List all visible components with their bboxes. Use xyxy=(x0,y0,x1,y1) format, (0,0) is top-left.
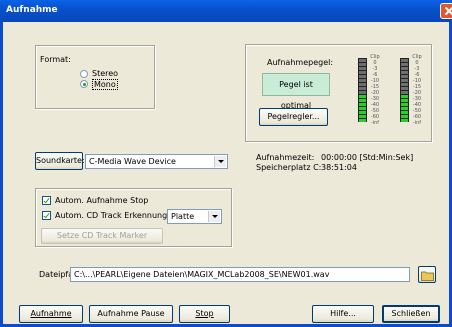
recording-dialog: Aufnahme Format: Stereo Mono Aufnahmepeg… xyxy=(0,0,452,327)
meter-segment xyxy=(359,75,366,78)
storage-value: 38:51:04 xyxy=(321,163,357,172)
mono-label[interactable]: Mono xyxy=(92,79,118,90)
track-mode-select[interactable]: Platte xyxy=(167,209,222,224)
cd-track-marker-button[interactable]: Setze CD Track Marker xyxy=(41,228,163,244)
cd-track-checkbox[interactable] xyxy=(42,211,51,220)
mono-radio[interactable] xyxy=(80,80,88,88)
soundcard-value: C-Media Wave Device xyxy=(89,157,176,166)
pegelregler-button[interactable]: Pegelregler... xyxy=(259,108,328,126)
chevron-down-icon[interactable] xyxy=(214,156,226,167)
meter-segment xyxy=(401,99,408,102)
meter-segment xyxy=(359,87,366,90)
meter-segment xyxy=(401,107,408,110)
stereo-radio[interactable] xyxy=(80,70,88,78)
chevron-down-icon[interactable] xyxy=(208,211,220,222)
meter-segment xyxy=(401,75,408,78)
recording-time-label: Aufnahmezeit: xyxy=(256,153,315,162)
meter-segment xyxy=(401,119,408,122)
meter-segment xyxy=(359,95,366,98)
meter-segment xyxy=(359,83,366,86)
folder-button[interactable] xyxy=(418,266,436,283)
meter-segment xyxy=(359,71,366,74)
close-button[interactable] xyxy=(440,3,452,19)
left-level-meter xyxy=(358,58,367,122)
format-label: Format: xyxy=(40,55,71,64)
stereo-label[interactable]: Stereo xyxy=(92,69,118,78)
record-button[interactable]: Aufnahme xyxy=(19,305,83,323)
meter-segment xyxy=(401,91,408,94)
help-button[interactable]: Hilfe... xyxy=(312,305,374,323)
meter-segment xyxy=(401,67,408,70)
track-mode-value: Platte xyxy=(171,212,195,221)
window-title: Aufnahme xyxy=(6,5,58,15)
pause-button[interactable]: Aufnahme Pause xyxy=(89,305,173,323)
level-status-text: Pegel ist optimal xyxy=(279,80,313,110)
meter-segment xyxy=(401,63,408,66)
cd-track-label[interactable]: Autom. CD Track Erkennung xyxy=(55,211,167,220)
meter-scale-label: -inf xyxy=(370,120,380,126)
auto-stop-checkbox[interactable] xyxy=(42,196,51,205)
filepath-field[interactable]: C:\...\PEARL\Eigene Dateien\MAGIX_MCLab2… xyxy=(70,267,410,282)
meter-segment xyxy=(401,111,408,114)
level-status: Pegel ist optimal xyxy=(262,73,330,110)
meter-segment xyxy=(359,59,366,62)
filepath-value: C:\...\PEARL\Eigene Dateien\MAGIX_MCLab2… xyxy=(74,270,330,279)
meter-segment xyxy=(359,91,366,94)
meter-segment xyxy=(359,99,366,102)
meter-segment xyxy=(401,115,408,118)
meter-segment xyxy=(359,107,366,110)
meter-segment xyxy=(401,87,408,90)
close-dialog-button[interactable]: Schließen xyxy=(382,305,440,323)
meter-segment xyxy=(359,115,366,118)
meter-segment xyxy=(401,79,408,82)
recording-time-value: 00:00:00 [Std:Min:Sek] xyxy=(321,153,414,162)
meter-segment xyxy=(359,119,366,122)
right-level-meter xyxy=(400,58,409,122)
auto-stop-label[interactable]: Autom. Aufnahme Stop xyxy=(55,196,148,205)
meter-segment xyxy=(401,83,408,86)
storage-label: Speicherplatz C: xyxy=(256,163,322,172)
meter-segment xyxy=(359,67,366,70)
meter-scale-label: -inf xyxy=(412,120,422,126)
stop-button[interactable]: Stop xyxy=(179,305,230,323)
meter-segment xyxy=(359,111,366,114)
soundkarte-button[interactable]: Soundkarte: xyxy=(35,152,85,170)
meter-segment xyxy=(359,103,366,106)
meter-segment xyxy=(401,71,408,74)
right-meter-scale: Clip 0 -3 -6 -10 -15 -20 -30 -40 -50 -60 -inf xyxy=(410,54,424,126)
folder-icon xyxy=(420,271,434,281)
meter-segment xyxy=(359,63,366,66)
meter-segment xyxy=(401,95,408,98)
left-meter-scale: Clip 0 -3 -6 -10 -15 -20 -30 -40 -50 -60 -inf xyxy=(368,54,382,126)
meter-segment xyxy=(401,59,408,62)
level-group-label: Aufnahmepegel: xyxy=(267,58,334,67)
meter-segment xyxy=(359,79,366,82)
meter-segment xyxy=(401,103,408,106)
soundcard-select[interactable]: C-Media Wave Device xyxy=(85,154,228,169)
title-bar[interactable]: Aufnahme xyxy=(0,0,452,22)
